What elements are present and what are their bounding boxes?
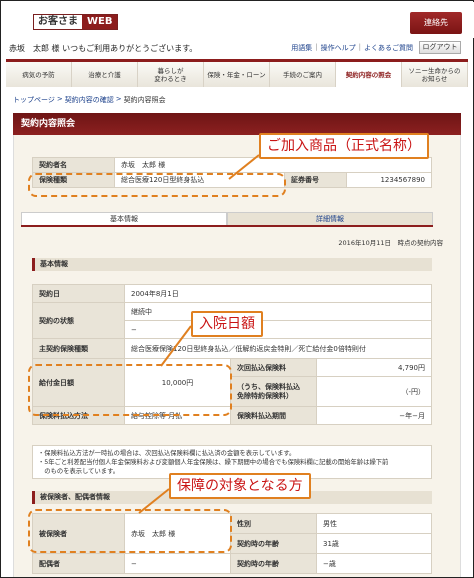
callout-product-name: ご加入商品（正式名称） <box>259 133 429 159</box>
page-frame: お客さま WEB 連絡先 赤坂 太郎 様 いつもご利用ありがとうございます。 用… <box>0 0 474 578</box>
callout-daily-amount: 入院日額 <box>191 311 263 337</box>
callout-insured-person: 保障の対象となる方 <box>169 473 311 499</box>
